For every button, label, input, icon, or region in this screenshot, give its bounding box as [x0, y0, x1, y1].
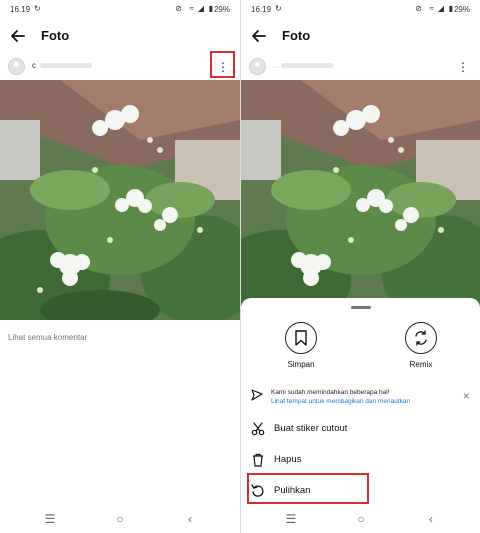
avatar[interactable] — [8, 58, 25, 75]
status-time: 16.19 — [10, 5, 31, 14]
menu-item-delete[interactable]: Hapus — [241, 449, 480, 473]
screen-options-sheet: 16.19 ↻ ⊘ ≈ ◢ ▮ 29% Foto ... ⋮ Simpan Re… — [240, 0, 480, 533]
recent-apps-icon[interactable]: ☰ — [42, 511, 58, 527]
cell-signal-icon: ◢ — [437, 4, 444, 13]
bookmark-icon — [295, 330, 307, 346]
menu-item-label: Buat stiker cutout — [274, 423, 348, 434]
page-title: Foto — [282, 28, 311, 43]
sheet-drag-handle[interactable] — [351, 306, 371, 309]
back-nav-icon[interactable]: ‹ — [182, 511, 198, 527]
home-icon[interactable]: ○ — [353, 511, 369, 527]
trash-icon — [253, 453, 263, 467]
more-options-icon[interactable]: ⋮ — [454, 58, 472, 76]
cell-signal-icon: ◢ — [197, 4, 204, 13]
remix-button[interactable] — [405, 322, 437, 354]
system-nav-bar: ☰ ○ ‹ — [241, 505, 480, 533]
signal-icon: ↻ — [34, 4, 41, 13]
highlight-box-more-options — [210, 51, 235, 78]
battery-level: 29% — [453, 5, 470, 14]
save-label: Simpan — [287, 360, 315, 369]
menu-item-create-cutout-sticker[interactable]: Buat stiker cutout — [241, 418, 480, 442]
home-icon[interactable]: ○ — [112, 511, 128, 527]
post-photo[interactable] — [0, 80, 240, 320]
scissors-icon — [251, 422, 265, 436]
wifi-icon: ≈ — [429, 4, 434, 13]
back-arrow-icon[interactable] — [8, 26, 28, 46]
post-header: ... ⋮ — [241, 56, 480, 78]
app-bar: Foto — [241, 22, 480, 50]
screen-post-view: 16.19 ↻ ⊘ ≈ ◢ ▮ 29% Foto c ⋮ Lihat semua… — [0, 0, 240, 533]
save-button[interactable] — [285, 322, 317, 354]
battery-level: 29% — [213, 5, 230, 14]
username[interactable]: c — [32, 61, 36, 70]
view-all-comments-link[interactable]: Lihat semua komentar — [8, 333, 87, 342]
status-bar: 16.19 ↻ ⊘ ≈ ◢ ▮ 29% — [241, 0, 480, 18]
status-bar: 16.19 ↻ ⊘ ≈ ◢ ▮ 29% — [0, 0, 240, 18]
notice-text: Kami sudah memindahkan beberapa hal! — [271, 389, 390, 396]
battery-icon: ▮ — [208, 4, 213, 13]
bottom-sheet: Simpan Remix Kami sudah memindahkan bebe… — [241, 298, 480, 505]
menu-item-label: Hapus — [274, 454, 302, 465]
post-header: c ⋮ — [0, 56, 240, 78]
remix-icon — [415, 330, 427, 346]
avatar[interactable] — [249, 58, 266, 75]
back-arrow-icon[interactable] — [249, 26, 269, 46]
jasmine-flower-photo — [241, 80, 480, 320]
mute-icon: ⊘ — [415, 4, 422, 13]
mute-icon: ⊘ — [175, 4, 182, 13]
battery-icon: ▮ — [448, 4, 453, 13]
notice-link[interactable]: Lihat tempat untuk membagikan dan menaut… — [271, 398, 410, 405]
username-redacted — [40, 63, 92, 68]
recent-apps-icon[interactable]: ☰ — [283, 511, 299, 527]
send-icon — [251, 389, 263, 401]
signal-icon: ↻ — [275, 4, 282, 13]
username[interactable]: ... — [273, 61, 280, 70]
back-nav-icon[interactable]: ‹ — [423, 511, 439, 527]
remix-label: Remix — [409, 360, 433, 369]
info-notice: Kami sudah memindahkan beberapa hal! Lih… — [249, 387, 472, 411]
status-time: 16.19 — [251, 5, 272, 14]
jasmine-flower-photo — [0, 80, 240, 320]
username-redacted — [281, 63, 333, 68]
page-title: Foto — [41, 28, 70, 43]
highlight-box-restore — [247, 473, 369, 504]
close-icon[interactable]: ✕ — [462, 391, 470, 402]
wifi-icon: ≈ — [189, 4, 194, 13]
post-photo — [241, 80, 480, 320]
app-bar: Foto — [0, 22, 240, 50]
system-nav-bar: ☰ ○ ‹ — [0, 505, 240, 533]
